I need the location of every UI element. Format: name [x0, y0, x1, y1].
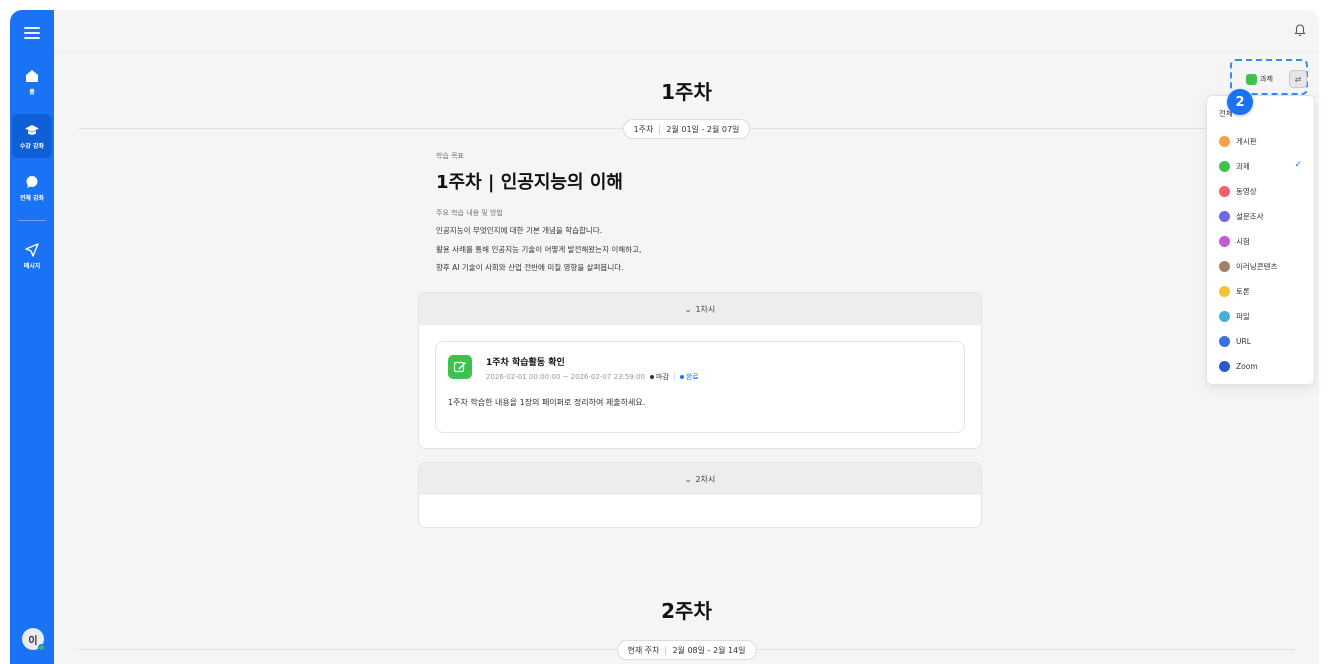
- category-color-icon: [1219, 136, 1230, 147]
- dropdown-item-label: 이러닝콘텐츠: [1236, 262, 1278, 271]
- session-label: 2차시: [695, 474, 716, 484]
- week-2-title: 2주차: [661, 599, 712, 623]
- description-label: 주요 학습 내용 및 방법: [436, 209, 503, 217]
- dropdown-item-label: 파일: [1236, 312, 1250, 321]
- dropdown-item[interactable]: 동영상: [1207, 179, 1314, 204]
- status-badge: 완료: [679, 372, 699, 382]
- checkmark-icon: ✓: [1294, 160, 1302, 170]
- category-color-icon: [1219, 361, 1230, 372]
- dropdown-item[interactable]: 게시판: [1207, 129, 1314, 154]
- week-pill-label: 현재 주차: [627, 645, 660, 655]
- sidebar-divider: [18, 220, 46, 221]
- sidebar-item-label: 전체 강좌: [19, 195, 45, 202]
- session-2-toggle[interactable]: ⌄ 2차시: [419, 463, 981, 495]
- week-1-date-pill: 1주차 2월 01일 - 2월 07일: [622, 119, 751, 139]
- category-color-icon: [1219, 286, 1230, 297]
- chat-bubble-icon: [24, 174, 40, 190]
- chevron-down-icon: ⌄: [684, 474, 692, 484]
- dropdown-item-label: 과제: [1236, 162, 1250, 171]
- main-content: 1주차 1주차 2월 01일 - 2월 07일 학습 목표 1주차 | 인공지능…: [54, 52, 1319, 664]
- meta-separator: [673, 373, 675, 381]
- dropdown-item[interactable]: Zoom: [1207, 354, 1314, 379]
- app-frame: 홈 수강 강좌 전체 강좌 메시지 이 1주차 1주차 2월 01일 - 2월 …: [10, 10, 1319, 664]
- filter-dropdown: 전체 게시판 과제 ✓ 동영상 설문조사 시험 이러닝콘텐츠 토론 파일 URL Zoom: [1206, 95, 1315, 385]
- sidebar: 홈 수강 강좌 전체 강좌 메시지 이: [10, 10, 54, 664]
- dropdown-item-label: Zoom: [1236, 362, 1258, 371]
- pill-separator: [659, 124, 661, 134]
- online-status-dot: [38, 644, 45, 651]
- dropdown-item-label: 시험: [1236, 237, 1250, 246]
- category-color-icon: [1219, 261, 1230, 272]
- description-line: 향후 AI 기술이 사회와 산업 전반에 미칠 영향을 살펴봅니다.: [436, 263, 624, 272]
- dropdown-item[interactable]: 파일: [1207, 304, 1314, 329]
- category-color-icon: [1219, 336, 1230, 347]
- description-line: 인공지능이 무엇인지에 대한 기본 개념을 학습합니다.: [436, 226, 603, 235]
- chevron-down-icon: ⌄: [684, 304, 692, 314]
- week-pill-label: 1주차: [633, 124, 654, 134]
- category-color-icon: [1219, 211, 1230, 222]
- dropdown-item[interactable]: 과제 ✓: [1207, 154, 1314, 179]
- category-color-icon: [1219, 311, 1230, 322]
- activity-card[interactable]: 1주차 학습활동 확인 2026-02-01 00:00:00 ~ 2026-0…: [435, 341, 965, 433]
- activity-period: 2026-02-01 00:00:00 ~ 2026-02-07 23:59:0…: [486, 373, 646, 381]
- assignment-edit-icon: [448, 355, 472, 379]
- dropdown-item[interactable]: URL: [1207, 329, 1314, 354]
- category-color-icon: [1219, 186, 1230, 197]
- week-1-title: 1주차: [661, 80, 712, 104]
- dropdown-item[interactable]: 설문조사: [1207, 204, 1314, 229]
- menu-toggle-icon[interactable]: [22, 24, 42, 40]
- dropdown-item-label: 설문조사: [1236, 212, 1264, 221]
- swap-icon[interactable]: ⇄: [1289, 70, 1307, 88]
- dropdown-item-label: URL: [1236, 337, 1251, 346]
- week-2-date-pill: 현재 주차 2월 08일 - 2월 14일: [616, 640, 757, 660]
- session-1-toggle[interactable]: ⌄ 1차시: [419, 293, 981, 325]
- dropdown-item-label: 게시판: [1236, 137, 1257, 146]
- send-icon: [24, 242, 40, 258]
- week-pill-dates: 2월 01일 - 2월 07일: [666, 124, 740, 134]
- bell-icon[interactable]: [1293, 22, 1307, 37]
- dropdown-item[interactable]: 토론: [1207, 279, 1314, 304]
- session-2-panel: ⌄ 2차시: [418, 462, 982, 528]
- deadline-tag-label: 마감: [656, 373, 669, 381]
- home-icon: [24, 68, 40, 84]
- status-badge-label: 완료: [685, 373, 699, 381]
- sidebar-item-label: 홈: [29, 89, 35, 96]
- graduation-cap-icon: [24, 122, 40, 138]
- pill-separator: [665, 645, 667, 655]
- sidebar-item-label: 메시지: [23, 263, 41, 270]
- step-badge: 2: [1227, 89, 1253, 115]
- session-label: 1차시: [695, 304, 716, 314]
- session-1-panel: ⌄ 1차시 1주차 학습활동 확인 2026-02-01 00:00:00 ~ …: [418, 292, 982, 449]
- filter-type-button[interactable]: 과제: [1246, 69, 1286, 89]
- activity-title: 1주차 학습활동 확인: [486, 358, 565, 368]
- activity-description: 1주차 학습한 내용을 1장의 페이퍼로 정리하여 제출하세요.: [448, 398, 646, 407]
- sidebar-item-messages[interactable]: 메시지: [12, 234, 52, 278]
- goal-label: 학습 목표: [436, 152, 464, 160]
- sidebar-item-enrolled-courses[interactable]: 수강 강좌: [12, 114, 52, 158]
- activity-meta: 2026-02-01 00:00:00 ~ 2026-02-07 23:59:0…: [486, 372, 699, 382]
- top-bar: [54, 10, 1319, 52]
- category-color-icon: [1219, 236, 1230, 247]
- sidebar-item-all-courses[interactable]: 전체 강좌: [12, 166, 52, 210]
- dropdown-item-label: 토론: [1236, 287, 1250, 296]
- description-line: 활용 사례를 통해 인공지능 기술이 어떻게 발전해왔는지 이해하고,: [436, 245, 642, 254]
- avatar-initial: 이: [28, 635, 38, 647]
- filter-type-label: 과제: [1260, 75, 1273, 83]
- sidebar-item-home[interactable]: 홈: [12, 60, 52, 104]
- sidebar-item-label: 수강 강좌: [19, 143, 45, 150]
- deadline-tag: 마감: [650, 372, 669, 382]
- goal-title: 1주차 | 인공지능의 이해: [436, 172, 623, 193]
- dropdown-item-label: 동영상: [1236, 187, 1257, 196]
- dropdown-item[interactable]: 이러닝콘텐츠: [1207, 254, 1314, 279]
- dropdown-item[interactable]: 시험: [1207, 229, 1314, 254]
- avatar[interactable]: 이: [22, 628, 45, 651]
- assignment-color-chip: [1246, 73, 1257, 85]
- category-color-icon: [1219, 161, 1230, 172]
- week-pill-dates: 2월 08일 - 2월 14일: [672, 645, 746, 655]
